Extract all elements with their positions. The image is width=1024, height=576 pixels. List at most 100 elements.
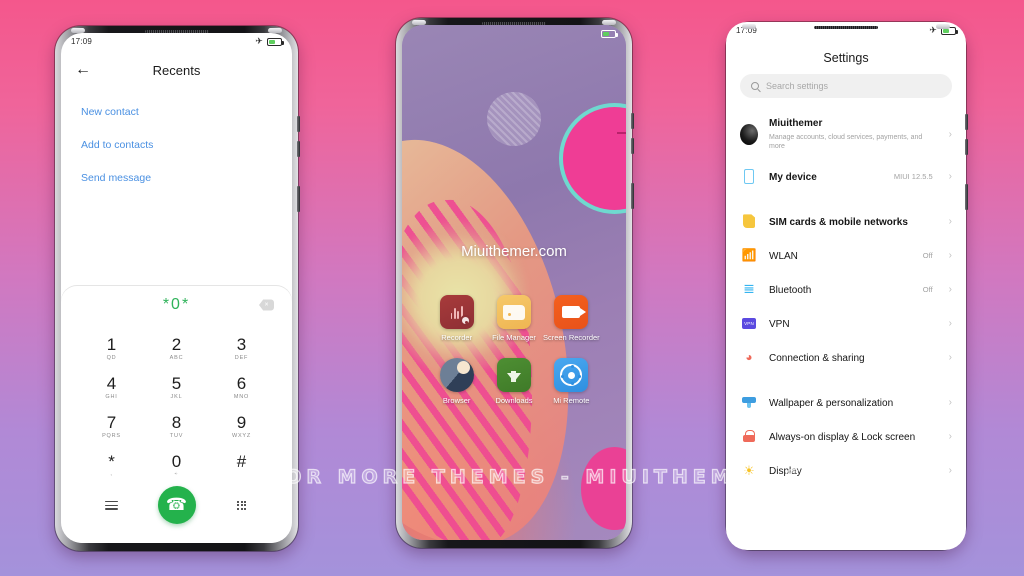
app-recorder[interactable]: Recorder — [428, 295, 485, 342]
row-label: Always-on display & Lock screen — [769, 432, 916, 444]
app-screen-recorder[interactable]: Screen Recorder — [543, 295, 600, 342]
chevron-right-icon: › — [948, 351, 952, 363]
dialer-sheet: *0* × 1 QD 2 ABC 3 DEF 4 GHI 5 JKL 6 MNO 7 PQRS… — [61, 286, 292, 543]
settings-row-always-on-display[interactable]: Always-on display & Lock screen › — [726, 419, 966, 453]
key-letters: + — [174, 471, 179, 478]
key-2[interactable]: 2 ABC — [144, 330, 209, 367]
vpn-icon: VPN — [740, 317, 758, 329]
key-digit: 3 — [236, 335, 247, 354]
settings-screen: 17:09 ✈ Settings Search settings Miuithe… — [726, 22, 966, 550]
airplane-mode-icon: ✈ — [255, 36, 263, 46]
dialer-bottom-bar: ☎ — [61, 483, 292, 525]
row-label: My device — [769, 172, 817, 184]
key-star[interactable]: *, — [79, 447, 144, 484]
row-label: WLAN — [769, 251, 798, 263]
row-text: My device — [769, 167, 883, 185]
row-text: VPN — [769, 314, 938, 332]
wallpaper-icon — [740, 396, 758, 408]
key-digit: 0 — [171, 451, 182, 471]
app-label: Mi Remote — [553, 396, 590, 406]
key-letters: ABC — [169, 354, 184, 361]
row-text: Bluetooth — [769, 280, 912, 298]
frame-highlight-right — [936, 24, 950, 29]
settings-row-connection-sharing[interactable]: ◕ Connection & sharing › — [726, 340, 966, 374]
action-send-message[interactable]: Send message — [81, 162, 272, 195]
key-3[interactable]: 3 DEF — [209, 330, 274, 367]
volume-up-button[interactable] — [965, 114, 968, 130]
battery-icon — [601, 29, 618, 38]
home-screen: 17:09 ✈ Miuithemer.com Recorder File Man… — [402, 25, 626, 540]
key-digit: 6 — [236, 373, 247, 393]
key-letters: , — [110, 471, 113, 478]
key-letters: QD — [106, 354, 117, 361]
settings-row-vpn[interactable]: VPN VPN › — [726, 306, 966, 340]
settings-row-bluetooth[interactable]: 𝌆 Bluetooth Off › — [726, 272, 966, 306]
power-button[interactable] — [965, 184, 968, 210]
row-label: Wallpaper & personalization — [769, 398, 894, 410]
lock-icon — [740, 430, 758, 443]
key-1[interactable]: 1 QD — [79, 330, 144, 367]
action-new-contact[interactable]: New contact — [81, 96, 272, 129]
frame-highlight-right — [602, 20, 616, 25]
key-letters: MNO — [233, 393, 250, 400]
key-8[interactable]: 8 TUV — [144, 408, 209, 445]
settings-row-sim-cards[interactable]: SIM cards & mobile networks › — [726, 204, 966, 238]
row-text: WLAN — [769, 246, 912, 264]
call-icon[interactable]: ☎ — [157, 486, 196, 525]
volume-up-button[interactable] — [297, 116, 300, 132]
settings-row-wallpaper[interactable]: Wallpaper & personalization › — [726, 385, 966, 419]
action-add-to-contacts[interactable]: Add to contacts — [81, 129, 272, 162]
menu-icon[interactable] — [105, 499, 118, 513]
key-6[interactable]: 6 MNO — [209, 369, 274, 406]
dialed-number: *0* — [162, 296, 191, 313]
key-9[interactable]: 9 WXYZ — [209, 408, 274, 445]
app-mi-remote[interactable]: Mi Remote — [543, 358, 600, 405]
status-time: 17:09 — [71, 37, 93, 46]
key-letters: PQRS — [102, 432, 121, 439]
power-button[interactable] — [631, 183, 634, 209]
settings-row-my-device[interactable]: My device MIUI 12.5.5 › — [726, 159, 966, 193]
backspace-icon[interactable]: × — [259, 299, 274, 311]
chevron-right-icon: › — [948, 170, 952, 182]
volume-down-button[interactable] — [297, 141, 300, 157]
row-text: SIM cards & mobile networks — [769, 212, 938, 230]
keypad-icon[interactable] — [236, 500, 247, 510]
key-digit: 7 — [106, 412, 117, 432]
page-title: Recents — [152, 62, 201, 78]
power-button[interactable] — [297, 186, 300, 212]
device-icon — [740, 168, 758, 184]
list-divider-gap — [726, 374, 966, 385]
row-label: Connection & sharing — [769, 353, 865, 365]
status-bar: 17:09 ✈ — [61, 33, 292, 50]
key-hash[interactable]: # — [209, 447, 274, 484]
key-digit: 4 — [106, 373, 117, 393]
app-label: Screen Recorder — [542, 333, 600, 342]
search-input[interactable]: Search settings — [740, 74, 952, 98]
key-5[interactable]: 5 JKL — [144, 369, 209, 406]
settings-row-wlan[interactable]: 📶 WLAN Off › — [726, 238, 966, 272]
home-screen-phone: 17:09 ✈ Miuithemer.com Recorder File Man… — [396, 18, 634, 548]
settings-row-display[interactable]: ☀ Display › — [726, 453, 966, 487]
vpn-badge-text: VPN — [742, 317, 756, 329]
key-7[interactable]: 7 PQRS — [79, 408, 144, 445]
row-text: Wallpaper & personalization — [769, 393, 938, 411]
app-browser[interactable]: Browser — [428, 358, 485, 405]
file-manager-icon — [496, 295, 531, 329]
app-file-manager[interactable]: File Manager — [485, 295, 542, 342]
volume-down-button[interactable] — [631, 138, 634, 154]
volume-up-button[interactable] — [631, 113, 634, 129]
row-value: Off — [922, 250, 933, 260]
sim-icon — [740, 214, 758, 229]
row-text: Connection & sharing — [769, 348, 938, 366]
volume-down-button[interactable] — [965, 139, 968, 155]
key-digit: 2 — [171, 335, 182, 354]
row-value: Off — [922, 284, 933, 294]
key-0[interactable]: 0 + — [144, 447, 209, 484]
dialer-action-list: New contact Add to contacts Send message — [61, 90, 292, 195]
keypad: 1 QD 2 ABC 3 DEF 4 GHI 5 JKL 6 MNO 7 PQRS 8 TUV … — [61, 324, 292, 483]
settings-row-account[interactable]: Miuithemer Manage accounts, cloud servic… — [726, 110, 966, 159]
frame-highlight-left — [71, 28, 85, 33]
settings-list: Miuithemer Manage accounts, cloud servic… — [726, 110, 966, 493]
key-4[interactable]: 4 GHI — [79, 369, 144, 406]
app-downloads[interactable]: Downloads — [485, 358, 542, 405]
